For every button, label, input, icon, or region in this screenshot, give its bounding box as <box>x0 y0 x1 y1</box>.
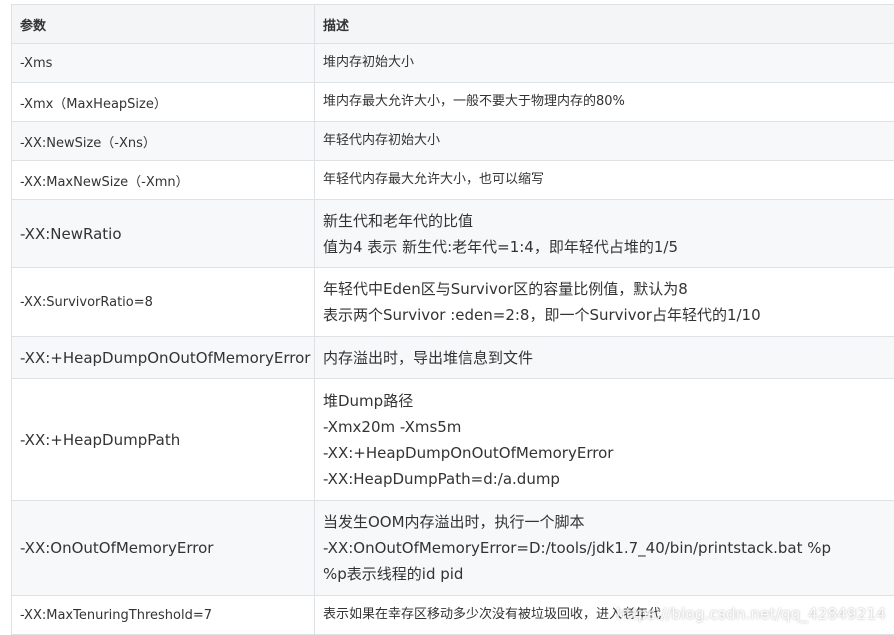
desc-cell: 年轻代内存最大允许大小，也可以缩写 <box>315 161 894 200</box>
table-row: -XX:+HeapDumpPath 堆Dump路径 -Xmx20m -Xms5m… <box>12 379 894 501</box>
table-header-row: 参数 描述 <box>12 5 894 44</box>
table-row: -XX:+HeapDumpOnOutOfMemoryError 内存溢出时，导出… <box>12 337 894 379</box>
param-cell: -Xms <box>12 44 315 83</box>
table-row: -XX:NewSize（-Xns） 年轻代内存初始大小 <box>12 122 894 161</box>
param-cell: -XX:MaxNewSize（-Xmn） <box>12 161 315 200</box>
desc-cell: 年轻代中Eden区与Survivor区的容量比例值，默认为8 表示两个Survi… <box>315 268 894 337</box>
param-cell: -XX:NewSize（-Xns） <box>12 122 315 161</box>
param-cell: -XX:SurvivorRatio=8 <box>12 268 315 337</box>
desc-cell: 年轻代内存初始大小 <box>315 122 894 161</box>
param-cell: -XX:MaxTenuringThreshold=7 <box>12 596 315 635</box>
desc-cell: 堆Dump路径 -Xmx20m -Xms5m -XX:+HeapDumpOnOu… <box>315 379 894 501</box>
param-cell: -XX:+HeapDumpPath <box>12 379 315 501</box>
header-desc: 描述 <box>315 5 894 44</box>
table-row: -Xmx（MaxHeapSize） 堆内存最大允许大小，一般不要大于物理内存的8… <box>12 83 894 122</box>
desc-line: -XX:HeapDumpPath=d:/a.dump <box>323 466 886 492</box>
param-cell: -Xmx（MaxHeapSize） <box>12 83 315 122</box>
desc-cell: 内存溢出时，导出堆信息到文件 <box>315 337 894 379</box>
table-row: -XX:NewRatio 新生代和老年代的比值 值为4 表示 新生代:老年代=1… <box>12 200 894 268</box>
param-cell: -XX:OnOutOfMemoryError <box>12 501 315 596</box>
desc-line: 年轻代中Eden区与Survivor区的容量比例值，默认为8 <box>323 276 886 302</box>
desc-line: 堆Dump路径 <box>323 388 886 414</box>
desc-line: 堆内存最大允许大小，一般不要大于物理内存的80% <box>323 92 886 112</box>
desc-cell: 当发生OOM内存溢出时，执行一个脚本 -XX:OnOutOfMemoryErro… <box>315 501 894 596</box>
desc-line: 内存溢出时，导出堆信息到文件 <box>323 345 886 371</box>
desc-line: -XX:OnOutOfMemoryError=D:/tools/jdk1.7_4… <box>323 535 886 561</box>
desc-line: -XX:+HeapDumpOnOutOfMemoryError <box>323 440 886 466</box>
jvm-parameter-table: 参数 描述 -Xms 堆内存初始大小 -Xmx（MaxHeapSize） 堆内存… <box>11 4 894 635</box>
table-row: -XX:SurvivorRatio=8 年轻代中Eden区与Survivor区的… <box>12 268 894 337</box>
desc-line: 堆内存初始大小 <box>323 53 886 73</box>
watermark-text: https://blog.csdn.net/qq_42849214 <box>616 605 886 623</box>
desc-cell: 堆内存初始大小 <box>315 44 894 83</box>
desc-line: 年轻代内存最大允许大小，也可以缩写 <box>323 170 886 190</box>
table-row: -XX:OnOutOfMemoryError 当发生OOM内存溢出时，执行一个脚… <box>12 501 894 596</box>
param-cell: -XX:+HeapDumpOnOutOfMemoryError <box>12 337 315 379</box>
desc-line: 新生代和老年代的比值 <box>323 208 886 234</box>
desc-line: %p表示线程的id pid <box>323 561 886 587</box>
desc-line: 表示两个Survivor :eden=2:8，即一个Survivor占年轻代的1… <box>323 302 886 328</box>
parameter-table-container: 参数 描述 -Xms 堆内存初始大小 -Xmx（MaxHeapSize） 堆内存… <box>11 4 894 635</box>
desc-cell: 新生代和老年代的比值 值为4 表示 新生代:老年代=1:4，即年轻代占堆的1/5 <box>315 200 894 268</box>
header-param: 参数 <box>12 5 315 44</box>
desc-cell: 堆内存最大允许大小，一般不要大于物理内存的80% <box>315 83 894 122</box>
table-row: -Xms 堆内存初始大小 <box>12 44 894 83</box>
param-cell: -XX:NewRatio <box>12 200 315 268</box>
table-row: -XX:MaxNewSize（-Xmn） 年轻代内存最大允许大小，也可以缩写 <box>12 161 894 200</box>
desc-line: 当发生OOM内存溢出时，执行一个脚本 <box>323 509 886 535</box>
desc-line: 年轻代内存初始大小 <box>323 131 886 151</box>
desc-line: 值为4 表示 新生代:老年代=1:4，即年轻代占堆的1/5 <box>323 234 886 260</box>
desc-line: -Xmx20m -Xms5m <box>323 414 886 440</box>
